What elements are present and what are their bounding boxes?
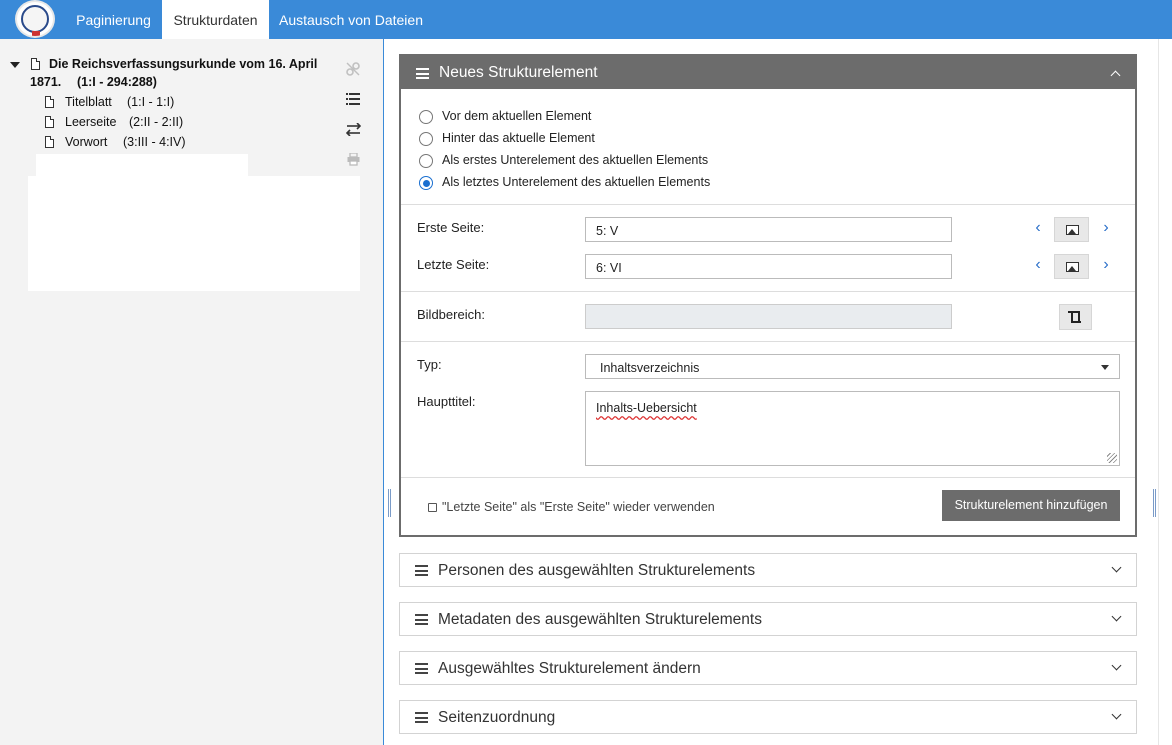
image-icon	[1066, 262, 1079, 272]
tree-item-pages: (3:III - 4:IV)	[123, 135, 186, 149]
tab-strukturdaten[interactable]: Strukturdaten	[162, 0, 269, 39]
radio-label: Als letztes Unterelement des aktuellen E…	[442, 175, 711, 189]
tab-austausch-von-dateien[interactable]: Austausch von Dateien	[270, 0, 432, 39]
main-title-textarea[interactable]: Inhalts-Uebersicht	[585, 391, 1120, 466]
metadata-panel[interactable]: Metadaten des ausgewählten Struktureleme…	[399, 602, 1137, 636]
panel-title: Metadaten des ausgewählten Struktureleme…	[438, 611, 762, 628]
radio-after-current[interactable]	[419, 132, 433, 146]
chevron-left-icon[interactable]: ‹	[1031, 219, 1045, 237]
tree-item-titelblatt[interactable]: Titelblatt	[65, 95, 112, 109]
panel-header[interactable]: Neues Strukturelement	[401, 56, 1135, 89]
resize-grip-icon[interactable]	[1107, 453, 1117, 463]
pane-splitter-handle[interactable]	[388, 489, 391, 517]
type-select[interactable]: Inhaltsverzeichnis	[585, 354, 1120, 379]
image-preview-button[interactable]	[1054, 217, 1089, 242]
panel-title: Personen des ausgewählten Strukturelemen…	[438, 562, 756, 579]
edit-structure-element-panel[interactable]: Ausgewähltes Strukturelement ändern	[399, 651, 1137, 685]
app-logo	[15, 0, 55, 38]
reuse-last-page-checkbox[interactable]	[428, 503, 437, 512]
tree-item-vorwort[interactable]: Vorwort	[65, 135, 107, 149]
document-icon	[45, 116, 54, 128]
menu-bars-icon	[416, 68, 429, 79]
blank-area	[36, 154, 248, 176]
blank-area	[28, 176, 360, 291]
document-icon	[45, 136, 54, 148]
divider	[401, 204, 1135, 205]
last-page-input[interactable]: 6: VI	[585, 254, 952, 279]
last-page-label: Letzte Seite:	[417, 257, 490, 272]
document-icon	[31, 58, 40, 70]
divider	[401, 341, 1135, 342]
image-area-label: Bildbereich:	[417, 307, 485, 322]
unlink-icon[interactable]	[344, 62, 362, 78]
image-preview-button[interactable]	[1054, 254, 1089, 279]
tree-item-pages: (2:II - 2:II)	[129, 115, 184, 129]
list-icon[interactable]	[344, 92, 362, 108]
chevron-right-icon[interactable]: ›	[1099, 219, 1113, 237]
caret-down-icon	[1101, 365, 1109, 370]
tree-root-title-cont[interactable]: 1871.	[30, 75, 61, 89]
tree-item-leerseite[interactable]: Leerseite	[65, 115, 116, 129]
divider	[401, 477, 1135, 478]
add-structure-element-button[interactable]: Strukturelement hinzufügen	[942, 490, 1120, 521]
type-label: Typ:	[417, 357, 442, 372]
tree-root-title[interactable]: Die Reichsverfassungsurkunde vom 16. Apr…	[49, 57, 317, 71]
menu-bars-icon	[415, 663, 428, 674]
tree-root-pages[interactable]: (1:I - 294:288)	[77, 75, 157, 89]
radio-label: Hinter das aktuelle Element	[442, 131, 595, 145]
tree-item-pages: (1:I - 1:I)	[127, 95, 175, 109]
panel-title: Ausgewähltes Strukturelement ändern	[438, 660, 701, 677]
radio-first-child[interactable]	[419, 154, 433, 168]
radio-last-child[interactable]	[419, 176, 433, 190]
chevron-right-icon[interactable]: ›	[1099, 256, 1113, 274]
menu-bars-icon	[415, 565, 428, 576]
radio-label: Als erstes Unterelement des aktuellen El…	[442, 153, 709, 167]
document-icon	[45, 96, 54, 108]
main-title-value: Inhalts-Uebersicht	[596, 401, 697, 415]
first-page-label: Erste Seite:	[417, 220, 485, 235]
menu-bars-icon	[415, 614, 428, 625]
new-structure-element-panel: Neues Strukturelement Vor dem aktuellen …	[399, 54, 1137, 537]
chevron-up-icon[interactable]	[1110, 70, 1121, 81]
chevron-down-icon[interactable]	[1111, 660, 1122, 671]
page-assignment-panel[interactable]: Seitenzuordnung	[399, 700, 1137, 734]
crop-icon	[1068, 311, 1081, 323]
chevron-down-icon[interactable]	[1111, 709, 1122, 720]
print-icon[interactable]	[344, 152, 362, 169]
chevron-down-icon[interactable]	[1111, 562, 1122, 573]
radio-label: Vor dem aktuellen Element	[442, 109, 592, 123]
swap-arrows-icon[interactable]	[344, 122, 362, 139]
chevron-down-icon[interactable]	[1111, 611, 1122, 622]
first-page-input[interactable]: 5: V	[585, 217, 952, 242]
reuse-last-page-label: "Letzte Seite" als "Erste Seite" wieder …	[442, 500, 715, 514]
image-icon	[1066, 225, 1079, 235]
expand-caret-icon[interactable]	[10, 62, 20, 68]
crop-button[interactable]	[1059, 304, 1092, 330]
structure-tree-pane	[0, 39, 384, 745]
panel-title: Neues Strukturelement	[439, 64, 598, 81]
top-navigation-bar: Paginierung Strukturdaten Austausch von …	[0, 0, 1172, 39]
chevron-left-icon[interactable]: ‹	[1031, 256, 1045, 274]
main-title-label: Haupttitel:	[417, 394, 476, 409]
type-select-value: Inhaltsverzeichnis	[600, 361, 700, 375]
divider	[401, 291, 1135, 292]
panel-title: Seitenzuordnung	[438, 709, 556, 726]
pane-splitter-handle[interactable]	[1153, 489, 1156, 517]
image-area-input	[585, 304, 952, 329]
persons-panel[interactable]: Personen des ausgewählten Strukturelemen…	[399, 553, 1137, 587]
right-pane-border	[1158, 39, 1159, 745]
tab-paginierung[interactable]: Paginierung	[66, 0, 161, 39]
radio-before-current[interactable]	[419, 110, 433, 124]
menu-bars-icon	[415, 712, 428, 723]
